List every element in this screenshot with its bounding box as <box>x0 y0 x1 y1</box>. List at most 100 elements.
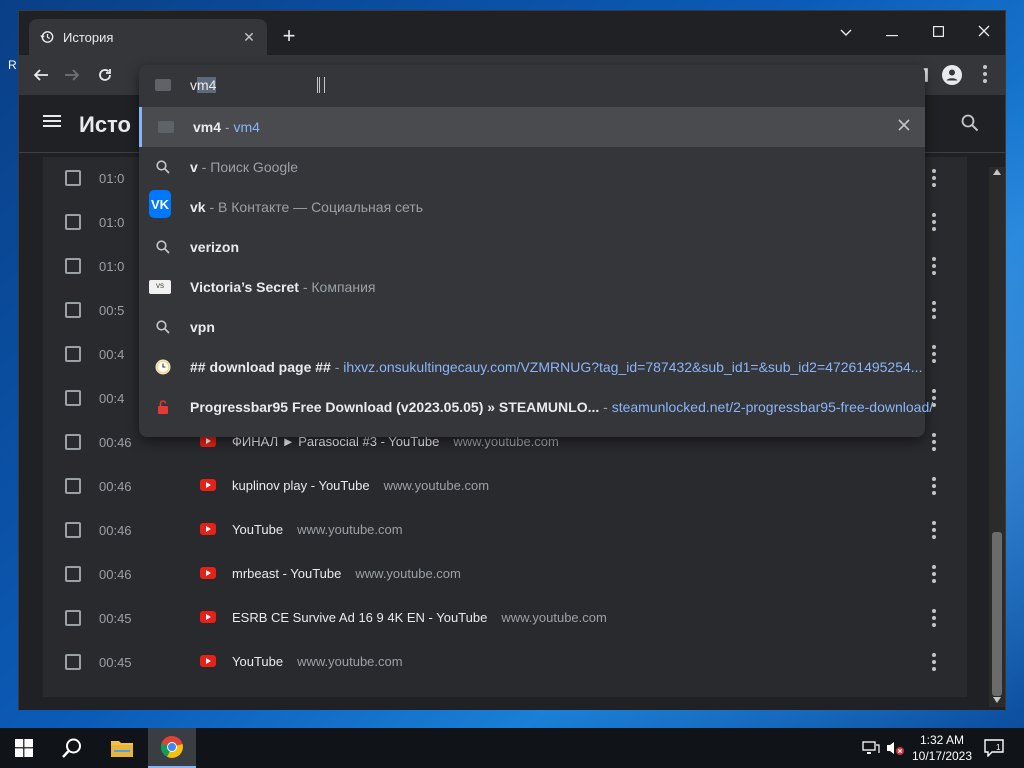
row-checkbox[interactable] <box>65 522 81 538</box>
volume-muted-icon[interactable] <box>884 728 906 768</box>
more-actions-icon[interactable] <box>931 653 937 671</box>
omnibox-suggestion[interactable]: VS Victoria’s Secret - Компания <box>139 267 925 307</box>
back-button[interactable] <box>29 63 53 87</box>
clock-date: 10/17/2023 <box>911 749 973 763</box>
row-checkbox[interactable] <box>65 390 81 406</box>
entry-domain: www.youtube.com <box>501 610 607 625</box>
suggestion-main: vm4 <box>193 119 222 135</box>
search-icon[interactable] <box>961 114 981 134</box>
forward-button[interactable] <box>60 63 84 87</box>
history-row[interactable]: 00:46 kuplinov play - YouTube www.youtube.… <box>43 465 967 509</box>
suggestion-text: Progressbar95 Free Download (v2023.05.05… <box>190 399 933 415</box>
visit-time: 01:0 <box>99 171 125 186</box>
hamburger-menu-icon[interactable] <box>43 114 63 134</box>
omnibox-suggestion[interactable]: vm4 - vm4 <box>139 107 925 147</box>
more-actions-icon[interactable] <box>931 433 937 451</box>
row-checkbox[interactable] <box>65 434 81 450</box>
chrome-taskbar-icon[interactable] <box>148 728 196 768</box>
notification-center-icon[interactable]: 1 <box>980 728 1008 768</box>
suggestion-url: steamunlocked.net/2-progressbar95-free-d… <box>611 399 934 415</box>
history-row[interactable]: 00:45 YouTube www.youtube.com <box>43 641 967 685</box>
file-explorer-icon[interactable] <box>98 728 146 768</box>
youtube-icon <box>200 567 216 579</box>
omnibox-dropdown: vm4 vm4 - vm4 v - Поиск Google VK vk - В Ко… <box>139 65 933 437</box>
browser-window: История ✕ + Исто 01:0 01:0 01:0 00:5 00:… <box>18 10 1006 710</box>
row-checkbox[interactable] <box>65 346 81 362</box>
inline-autocomplete: m4 <box>197 77 217 93</box>
history-row[interactable]: 00:46 mrbeast - YouTube www.youtube.com <box>43 553 967 597</box>
profile-avatar[interactable] <box>940 63 964 87</box>
more-actions-icon[interactable] <box>931 169 937 187</box>
scrollbar[interactable] <box>989 167 1005 707</box>
omnibox-input[interactable]: vm4 <box>190 77 217 93</box>
suggestion-text: vm4 - vm4 <box>193 119 260 135</box>
address-bar[interactable]: vm4 <box>139 65 925 105</box>
suggestion-separator: - <box>197 159 211 175</box>
more-actions-icon[interactable] <box>931 345 937 363</box>
scroll-down-arrow-icon[interactable] <box>993 697 1001 703</box>
suggestion-main: vpn <box>190 319 215 335</box>
taskbar-search-icon[interactable] <box>48 728 96 768</box>
more-actions-icon[interactable] <box>931 213 937 231</box>
clock-icon <box>155 359 171 375</box>
more-actions-icon[interactable] <box>931 257 937 275</box>
tab-close-icon[interactable]: ✕ <box>241 29 257 45</box>
more-actions-icon[interactable] <box>931 477 937 495</box>
omnibox-suggestion[interactable]: VK vk - В Контакте — Социальная сеть <box>139 187 925 227</box>
row-checkbox[interactable] <box>65 214 81 230</box>
visit-time: 00:45 <box>99 655 132 670</box>
omnibox-suggestion[interactable]: v - Поиск Google <box>139 147 925 187</box>
row-checkbox[interactable] <box>65 302 81 318</box>
row-checkbox[interactable] <box>65 610 81 626</box>
omnibox-suggestion[interactable]: Progressbar95 Free Download (v2023.05.05… <box>139 387 933 427</box>
history-row[interactable]: 00:46 YouTube www.youtube.com <box>43 509 967 553</box>
scrollbar-thumb[interactable] <box>992 532 1002 696</box>
more-actions-icon[interactable] <box>931 301 937 319</box>
suggestion-main: vk <box>190 199 206 215</box>
youtube-icon <box>200 611 216 623</box>
text-cursor-icon <box>317 77 325 93</box>
system-clock[interactable]: 1:32 AM 10/17/2023 <box>906 732 978 764</box>
network-icon[interactable] <box>860 728 882 768</box>
history-entry-link[interactable]: ESRB CE Survive Ad 16 9 4K EN - YouTube w… <box>232 610 607 625</box>
suggestion-description: Компания <box>311 279 376 295</box>
row-checkbox[interactable] <box>65 566 81 582</box>
suggestion-description: Поиск Google <box>210 159 299 175</box>
remove-suggestion-close-icon[interactable] <box>898 118 910 136</box>
start-button[interactable] <box>0 728 48 768</box>
search-icon <box>155 239 171 255</box>
history-entry-link[interactable]: kuplinov play - YouTube www.youtube.com <box>232 478 489 493</box>
visit-time: 00:46 <box>99 567 132 582</box>
row-checkbox[interactable] <box>65 258 81 274</box>
entry-domain: www.youtube.com <box>297 654 403 669</box>
tab-history[interactable]: История ✕ <box>29 19 267 55</box>
row-checkbox[interactable] <box>65 654 81 670</box>
scroll-up-arrow-icon[interactable] <box>993 169 1001 175</box>
more-actions-icon[interactable] <box>931 521 937 539</box>
maximize-button[interactable] <box>915 17 961 47</box>
omnibox-suggestion[interactable]: vpn <box>139 307 925 347</box>
menu-more-icon[interactable] <box>973 63 997 87</box>
tab-title: История <box>63 29 114 45</box>
row-checkbox[interactable] <box>65 478 81 494</box>
history-entry-link[interactable]: YouTube www.youtube.com <box>232 522 403 537</box>
row-checkbox[interactable] <box>65 170 81 186</box>
history-row[interactable]: 00:45 ESRB CE Survive Ad 16 9 4K EN - You… <box>43 597 967 641</box>
close-window-button[interactable] <box>961 17 1007 47</box>
history-entry-link[interactable]: mrbeast - YouTube www.youtube.com <box>232 566 461 581</box>
suggestion-separator: - <box>599 399 612 415</box>
suggestion-url: vm4 <box>233 119 260 135</box>
history-entry-link[interactable]: YouTube www.youtube.com <box>232 654 403 669</box>
reload-button[interactable] <box>93 63 117 87</box>
search-icon <box>155 159 171 175</box>
more-actions-icon[interactable] <box>931 609 937 627</box>
more-actions-icon[interactable] <box>931 565 937 583</box>
tab-search-dropdown-icon[interactable] <box>823 17 869 47</box>
omnibox-suggestion[interactable]: verizon <box>139 227 925 267</box>
visit-time: 00:46 <box>99 523 132 538</box>
new-tab-button[interactable]: + <box>277 25 301 49</box>
minimize-button[interactable] <box>869 17 915 47</box>
suggestion-text: Victoria’s Secret - Компания <box>190 279 375 295</box>
visit-time: 00:4 <box>99 391 125 406</box>
omnibox-suggestion[interactable]: ## download page ## - ihxvz.onsukultinge… <box>139 347 925 387</box>
